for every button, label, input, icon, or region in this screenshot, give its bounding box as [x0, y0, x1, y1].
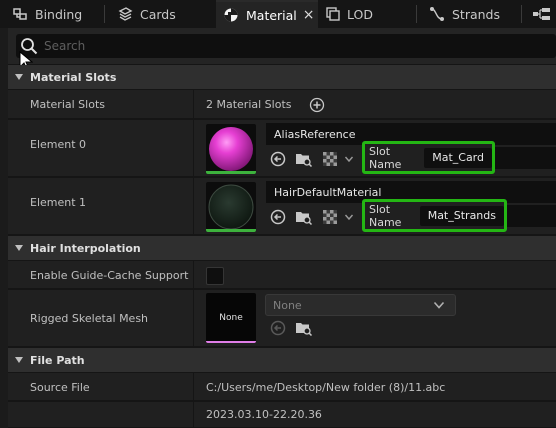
use-selected-icon[interactable]	[269, 319, 287, 337]
slot-name-field[interactable]: Mat_Strands	[419, 205, 504, 226]
close-icon[interactable]: ×	[303, 7, 315, 23]
checker-icon[interactable]	[321, 208, 339, 226]
tab-strands[interactable]: Strands	[429, 0, 500, 28]
collapse-arrow-icon	[14, 72, 24, 82]
use-selected-icon[interactable]	[269, 150, 287, 168]
category-hair-interpolation[interactable]: Hair Interpolation	[8, 236, 556, 260]
tab-label: LOD	[347, 6, 373, 22]
category-title: Material Slots	[30, 70, 117, 84]
tab-bar: Binding Cards Material × LOD Strands	[0, 0, 556, 28]
element-0-row: Element 0 AliasReference Slot Name Mat_C…	[8, 120, 556, 177]
chevron-down-icon[interactable]	[340, 208, 358, 226]
search-input[interactable]	[44, 37, 544, 55]
guide-cache-row: Enable Guide-Cache Support	[8, 261, 556, 289]
timestamp-value: 2023.03.10-22.20.36	[206, 408, 322, 421]
slot-name-highlight: Slot Name Mat_Strands	[362, 199, 507, 232]
left-gutter	[0, 28, 8, 428]
rigged-mesh-row: Rigged Skeletal Mesh None None	[8, 290, 556, 347]
material-thumbnail[interactable]	[206, 124, 256, 174]
source-file-label: Source File	[30, 381, 90, 394]
slot-name-highlight: Slot Name Mat_Card	[362, 141, 495, 174]
tab-label: Binding	[35, 6, 83, 22]
category-title: File Path	[30, 353, 85, 367]
tab-lod[interactable]: LOD	[326, 0, 373, 28]
chevron-down-icon[interactable]	[340, 150, 358, 168]
add-slot-button[interactable]	[308, 96, 326, 114]
slot-name-label: Slot Name	[369, 144, 402, 171]
tab-overflow[interactable]	[532, 0, 556, 28]
rigged-mesh-label: Rigged Skeletal Mesh	[30, 312, 149, 325]
slot-name-field[interactable]: Mat_Card	[424, 147, 492, 168]
element-1-row: Element 1 HairDefaultMaterial Slot Name …	[8, 178, 556, 235]
tab-binding[interactable]: Binding	[12, 0, 82, 28]
slot-name-label: Slot Name	[369, 202, 402, 229]
element-label: Element 0	[30, 138, 87, 151]
combo-value: None	[273, 298, 302, 312]
binding-icon	[12, 6, 28, 22]
guide-cache-label: Enable Guide-Cache Support	[30, 269, 189, 282]
checker-icon[interactable]	[321, 150, 339, 168]
cards-icon	[117, 6, 133, 22]
element-label: Element 1	[30, 196, 87, 209]
collapse-arrow-icon	[14, 355, 24, 365]
material-thumbnail[interactable]	[206, 182, 256, 232]
use-selected-icon[interactable]	[269, 208, 287, 226]
material-icon	[223, 7, 239, 23]
thumbnail-none-text: None	[219, 313, 243, 323]
material-slots-row: Material Slots 2 Material Slots	[8, 90, 556, 119]
browse-folder-icon[interactable]	[295, 319, 313, 337]
tab-cards[interactable]: Cards	[117, 0, 176, 28]
guide-cache-checkbox[interactable]	[206, 267, 224, 285]
browse-folder-icon[interactable]	[295, 150, 313, 168]
strands-icon	[429, 6, 445, 22]
browse-folder-icon[interactable]	[295, 208, 313, 226]
tab-material[interactable]: Material ×	[216, 0, 318, 28]
chevron-down-icon	[433, 300, 445, 313]
lod-icon	[326, 7, 340, 21]
category-file-path[interactable]: File Path	[8, 348, 556, 372]
search-box[interactable]	[16, 34, 556, 58]
category-title: Hair Interpolation	[30, 241, 141, 255]
hierarchy-icon	[532, 6, 552, 22]
slot-name-field-extension[interactable]	[507, 205, 556, 227]
collapse-arrow-icon	[14, 243, 24, 253]
slot-name-field-extension[interactable]	[495, 147, 556, 169]
material-slots-count: 2 Material Slots	[206, 98, 292, 111]
tab-label: Strands	[452, 6, 501, 22]
timestamp-row: 2023.03.10-22.20.36	[8, 402, 556, 428]
rigged-mesh-combo[interactable]: None	[265, 294, 456, 316]
source-file-value: C:/Users/me/Desktop/New folder (8)/11.ab…	[206, 381, 446, 394]
source-file-row: Source File C:/Users/me/Desktop/New fold…	[8, 373, 556, 401]
mesh-thumbnail[interactable]: None	[206, 293, 256, 343]
tab-label: Material	[246, 7, 297, 23]
tab-label: Cards	[140, 6, 176, 22]
category-material-slots[interactable]: Material Slots	[8, 65, 556, 89]
search-row	[8, 28, 556, 64]
material-slots-label: Material Slots	[30, 98, 105, 111]
